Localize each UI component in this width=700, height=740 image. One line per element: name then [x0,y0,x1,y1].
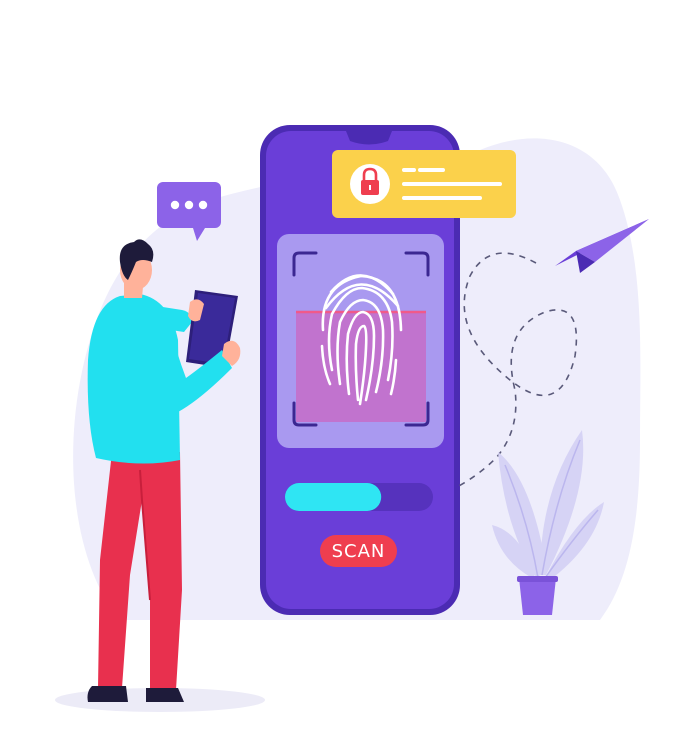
lock-icon [350,164,390,204]
fingerprint-scan-panel [277,234,444,448]
left-shoe [87,686,128,702]
plant-pot [519,578,556,615]
scan-button[interactable]: SCAN [320,535,397,567]
scan-button-label: SCAN [332,541,386,562]
security-notification-card [332,150,516,218]
fingerprint-scan-illustration: SCAN [55,125,649,712]
progress-fill [285,483,382,511]
right-shoe [146,688,184,702]
scan-progress-bar [285,483,433,511]
